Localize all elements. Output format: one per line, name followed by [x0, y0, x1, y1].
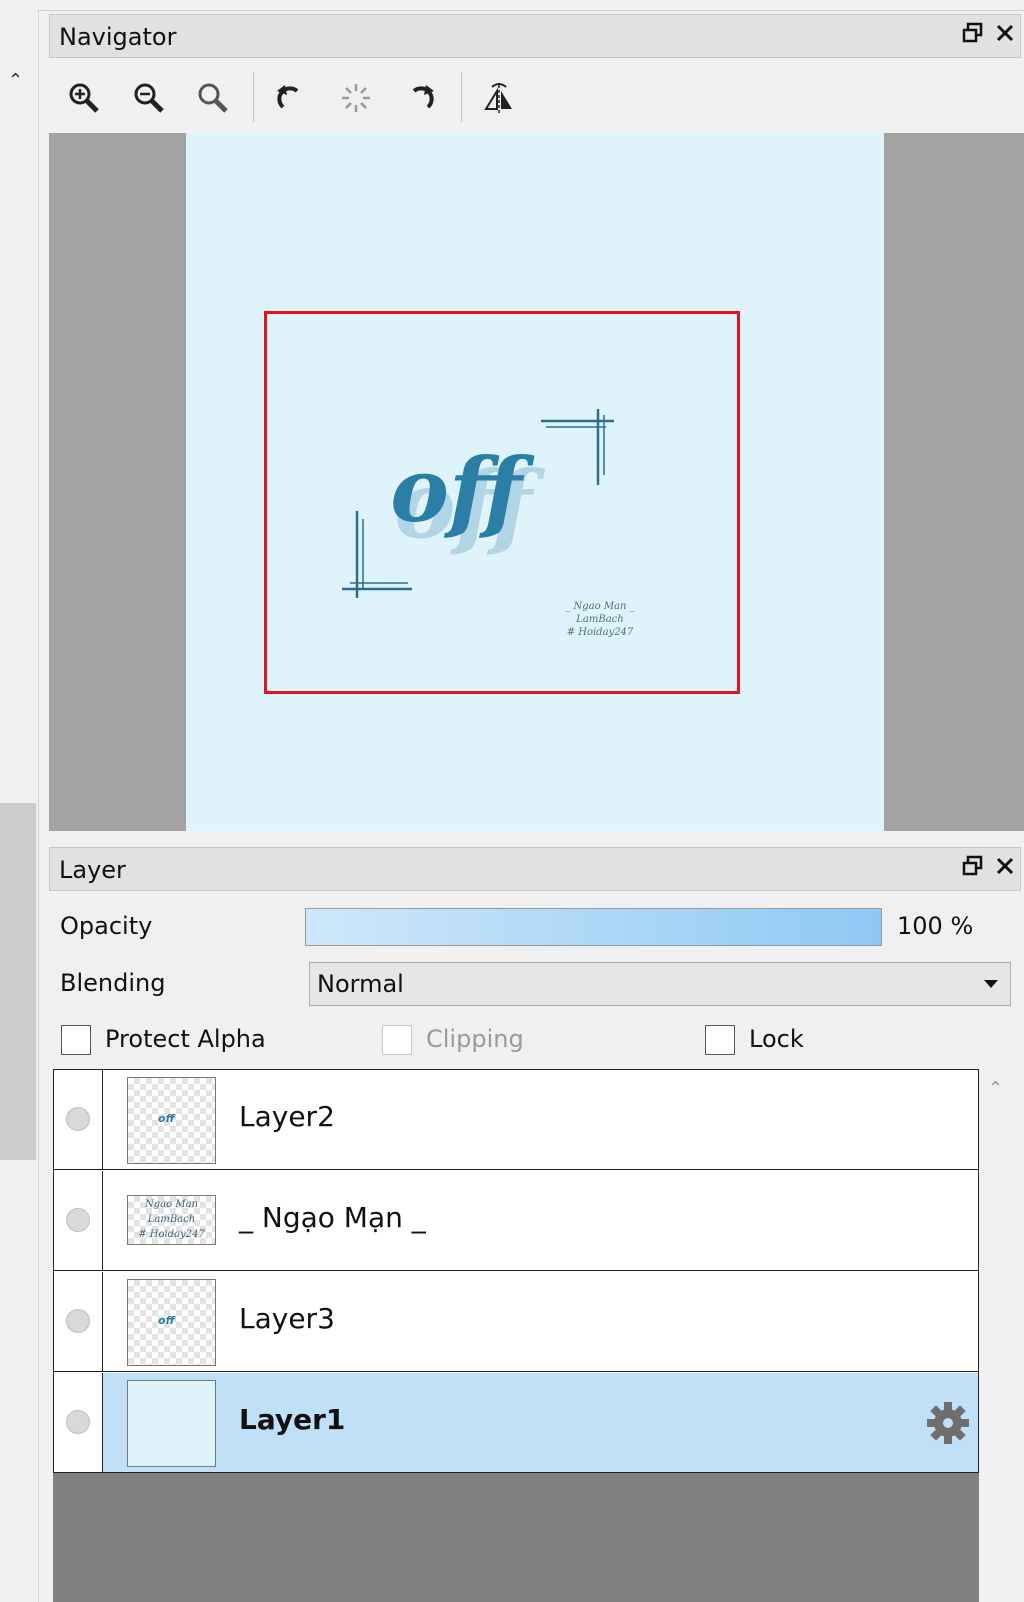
clipping-label: Clipping	[426, 1025, 524, 1053]
opacity-slider[interactable]	[305, 908, 882, 946]
lock-label: Lock	[749, 1025, 804, 1053]
thumbnail-text-line: # Hoiday247	[138, 1229, 205, 1240]
artwork-credit-line: # Hoiday247	[567, 627, 634, 638]
close-icon[interactable]	[994, 854, 1016, 884]
rotate-right-button[interactable]	[399, 76, 443, 120]
layer-row-selected[interactable]: Layer1	[54, 1373, 978, 1472]
canvas-thumbnail: off off _ Ngao Man _ LamBach # Hoiday247	[186, 133, 884, 831]
visibility-toggle[interactable]	[66, 1410, 90, 1434]
zoom-in-icon	[69, 83, 99, 113]
opacity-label: Opacity	[60, 912, 153, 940]
zoom-out-button[interactable]	[127, 76, 171, 120]
navigator-title: Navigator	[59, 23, 177, 51]
thumbnail-art: off	[158, 1112, 175, 1125]
layer-name: Layer1	[239, 1403, 346, 1436]
layer-row[interactable]: Ngao Man LamBach # Hoiday247 _ Ngạo Mạn …	[54, 1171, 978, 1271]
flip-horizontal-icon	[484, 83, 512, 113]
layer-list-empty-area	[53, 1473, 979, 1602]
rotate-left-button[interactable]	[268, 76, 312, 120]
undock-icon[interactable]	[962, 854, 984, 884]
navigator-header[interactable]: Navigator	[49, 14, 1021, 58]
layer-thumbnail	[127, 1380, 216, 1467]
visibility-cell[interactable]	[54, 1272, 103, 1371]
layer-thumbnail: off	[127, 1077, 216, 1164]
clipping-checkbox[interactable]	[382, 1025, 412, 1055]
layer-name: Layer3	[239, 1302, 335, 1335]
close-icon[interactable]	[994, 21, 1016, 51]
zoom-out-icon	[134, 83, 164, 113]
layer-list[interactable]: off Layer2 Ngao Man LamBach # Hoiday247 …	[53, 1069, 979, 1473]
rotate-left-icon	[277, 85, 299, 109]
layer-header[interactable]: Layer	[49, 847, 1021, 891]
chevron-down-icon	[982, 972, 1000, 998]
thumbnail-text-line: LamBach	[147, 1214, 196, 1225]
layer-name: Layer2	[239, 1100, 335, 1133]
flip-horizontal-button[interactable]	[477, 76, 521, 120]
blending-label: Blending	[60, 969, 166, 997]
blending-dropdown[interactable]: Normal	[309, 962, 1011, 1006]
blending-value: Normal	[317, 970, 404, 998]
toolbar-separator	[461, 72, 462, 122]
chevron-up-icon[interactable]: ⌃	[988, 1078, 1003, 1099]
visibility-toggle[interactable]	[66, 1309, 90, 1333]
lock-checkbox[interactable]	[705, 1025, 735, 1055]
protect-alpha-label: Protect Alpha	[105, 1025, 266, 1053]
chevron-up-icon[interactable]: ⌃	[8, 70, 23, 91]
top-border	[38, 0, 1024, 11]
visibility-toggle[interactable]	[66, 1107, 90, 1131]
zoom-in-button[interactable]	[62, 76, 106, 120]
visibility-cell[interactable]	[54, 1373, 103, 1472]
toolbar-separator	[253, 72, 254, 122]
thumbnail-text-line: Ngao Man	[145, 1199, 198, 1210]
thumbnail-art: off	[158, 1314, 175, 1327]
layer-thumbnail: off	[127, 1279, 216, 1366]
artwork-word: off	[390, 438, 535, 542]
layer-name: _ Ngạo Mạn _	[239, 1201, 426, 1234]
visibility-cell[interactable]	[54, 1171, 103, 1270]
layer-row[interactable]: off Layer3	[54, 1272, 978, 1372]
opacity-value: 100 %	[897, 912, 974, 940]
rotate-reset-icon	[342, 84, 370, 112]
visibility-toggle[interactable]	[66, 1208, 90, 1232]
left-dock-strip	[0, 0, 39, 1602]
undock-icon[interactable]	[962, 21, 984, 51]
rotate-reset-button[interactable]	[334, 76, 378, 120]
gear-icon[interactable]	[924, 1399, 972, 1451]
layer-thumbnail: Ngao Man LamBach # Hoiday247	[127, 1195, 216, 1245]
rotate-right-icon	[412, 85, 434, 109]
layer-panel-title: Layer	[59, 856, 126, 884]
protect-alpha-checkbox[interactable]	[61, 1025, 91, 1055]
artwork: off off _ Ngao Man _ LamBach # Hoiday247	[342, 409, 635, 638]
layer-row[interactable]: off Layer2	[54, 1070, 978, 1170]
navigator-preview[interactable]: off off _ Ngao Man _ LamBach # Hoiday247	[49, 133, 1024, 831]
left-scrollbar-thumb[interactable]	[0, 803, 36, 1160]
artwork-credit-line: _ Ngao Man _	[565, 601, 634, 612]
zoom-reset-button[interactable]	[191, 76, 235, 120]
zoom-reset-icon	[198, 83, 228, 113]
artwork-credit-line: LamBach	[575, 614, 623, 625]
visibility-cell[interactable]	[54, 1070, 103, 1169]
